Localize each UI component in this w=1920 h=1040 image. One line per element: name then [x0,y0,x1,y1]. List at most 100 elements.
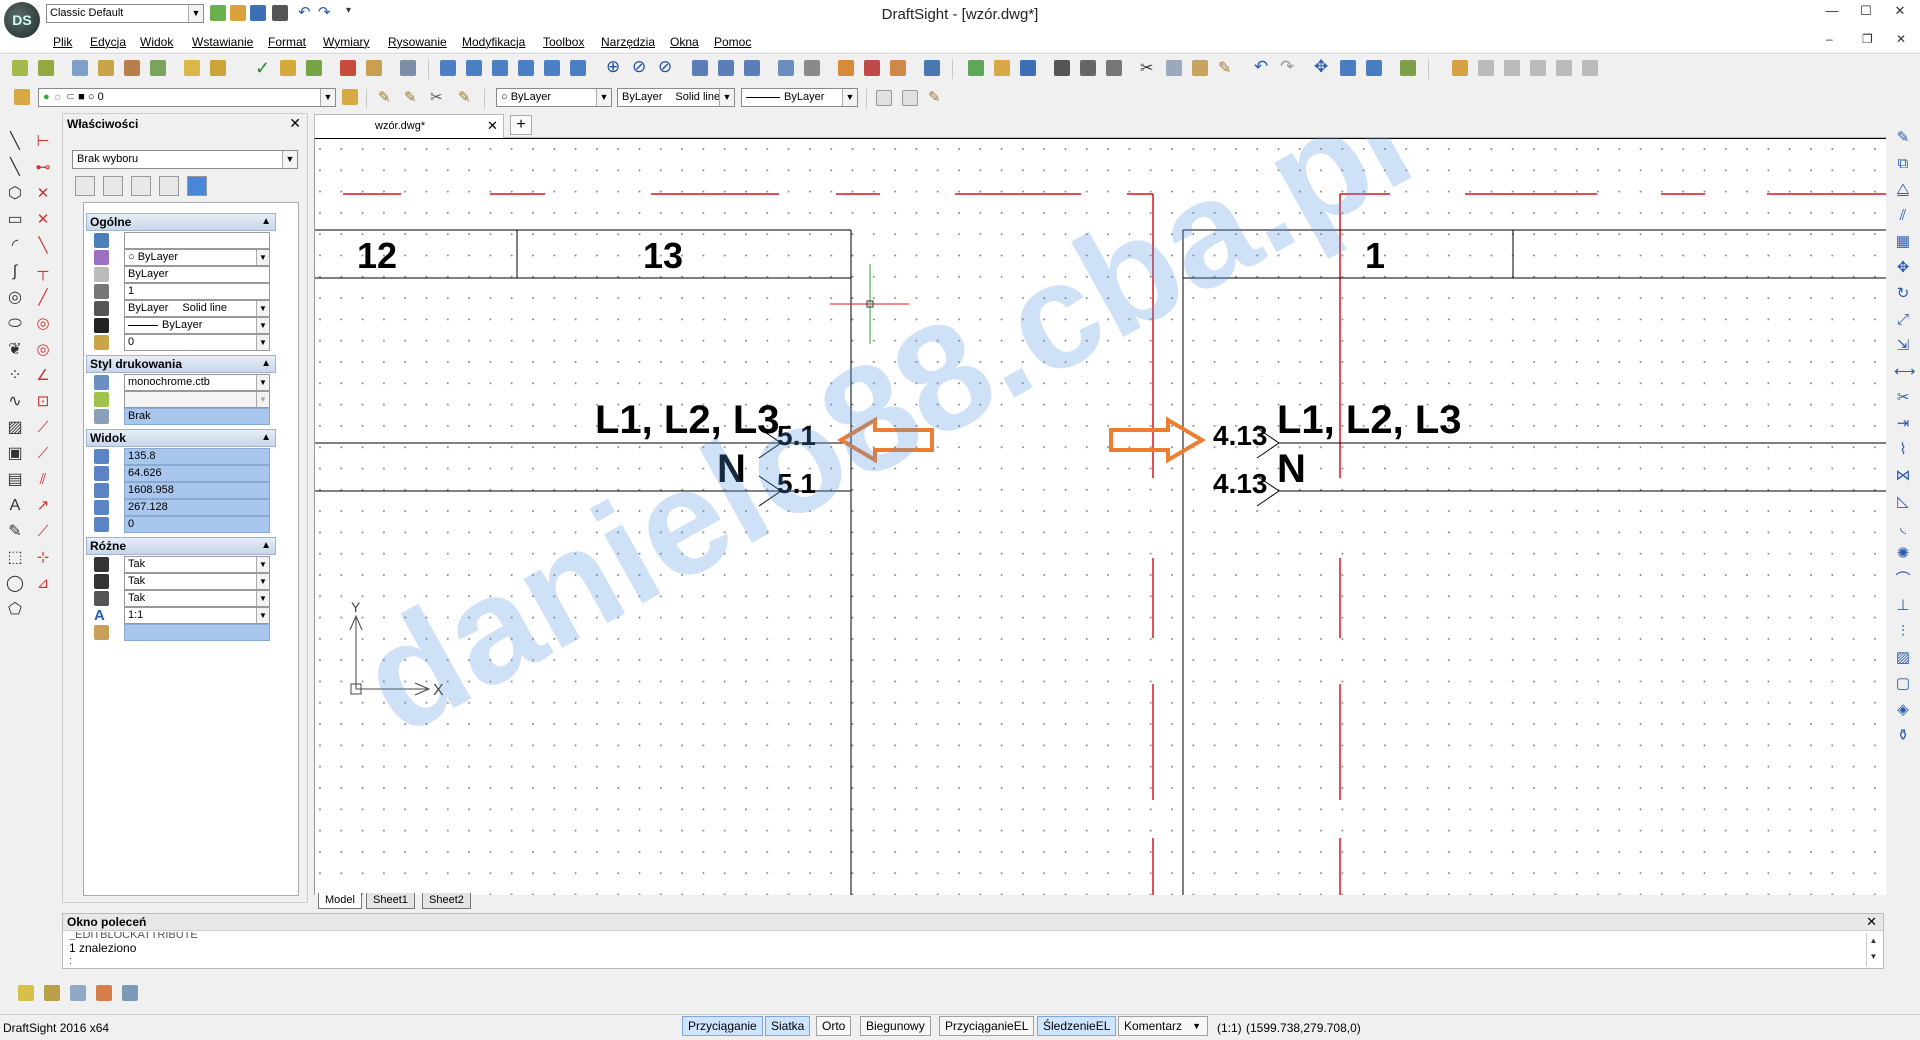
prop-value[interactable]: Tak ▼ [124,590,270,607]
chevron-down-icon[interactable]: ▼ [256,557,269,572]
doc-close-icon[interactable]: ✕ [1896,32,1906,46]
measure-icon[interactable] [924,60,940,76]
lengthen-icon[interactable]: ⟷ [1894,359,1916,385]
section-misc[interactable]: Różne ▲ [86,537,276,555]
prop-value[interactable]: 1 [124,283,270,300]
menu-rysowanie[interactable]: Rysowanie [388,35,447,49]
chevron-down-icon[interactable]: ▼ [1192,1017,1201,1035]
toolbar-undo-icon[interactable]: ↶ [1254,57,1268,77]
chevron-down-icon[interactable]: ▼ [256,392,269,407]
prop-value[interactable]: ByLayer Solid line ▼ [124,300,270,317]
tolerance-icon[interactable]: ⟋ [34,519,52,545]
freehand-icon[interactable]: ∿ [6,389,24,415]
menu-narzedzia[interactable]: Narzędzia [601,35,655,49]
cut-icon[interactable]: ✂ [1140,58,1153,78]
prop-value[interactable]: Tak ▼ [124,556,270,573]
snap-midpoint-icon[interactable] [466,60,482,76]
block-icon[interactable] [72,60,88,76]
edit-block-icon[interactable] [124,60,140,76]
dim-arc-icon[interactable]: ⊡ [34,389,52,415]
paste-icon[interactable] [1192,60,1208,76]
snap-node-icon[interactable] [744,60,760,76]
dim-radius-icon[interactable]: ◎ [34,311,52,337]
snap-parallel-icon[interactable] [718,60,734,76]
maximize-icon[interactable]: ☐ [1856,3,1876,19]
stretch-icon[interactable]: ╱ [34,285,52,311]
chevron-down-icon[interactable]: ▼ [256,608,269,623]
dim-style-edit-icon[interactable]: ⊿ [34,571,52,597]
rectangle-icon[interactable]: ▭ [6,207,24,233]
table-icon[interactable]: ▤ [6,467,24,493]
help-icon[interactable] [187,176,207,196]
snap-intersection-icon[interactable] [492,60,508,76]
donut-icon[interactable]: ◯ [6,571,24,597]
pline-edit-icon[interactable]: ⌒ [1894,567,1912,593]
attribute-icon[interactable] [150,60,166,76]
save-doc-icon[interactable] [1020,60,1036,76]
layer-on-icon[interactable] [184,60,200,76]
chevron-down-icon[interactable]: ▼ [719,89,734,106]
layers-icon[interactable] [14,89,30,105]
collapse-icon[interactable]: ▲ [261,214,271,230]
layer-disabled-icon[interactable] [1478,60,1494,76]
draw-icon[interactable]: ✎ [404,88,417,106]
quick-select-icon[interactable] [131,176,151,196]
layer-walk-icon[interactable] [400,60,416,76]
menu-format[interactable]: Format [268,35,306,49]
pen-icon[interactable]: ✎ [458,88,471,106]
toggle-pickadd-icon[interactable] [159,176,179,196]
explode-icon[interactable]: ✺ [1894,541,1912,567]
pan-icon[interactable]: ✥ [1314,57,1328,77]
ellipse-icon[interactable]: ⬭ [6,311,24,337]
snap-insert-icon[interactable] [570,60,586,76]
align-icon[interactable]: ⊥ [1894,593,1912,619]
wblock-icon[interactable]: ◈ [1894,697,1912,723]
polygon-icon[interactable]: ⬡ [6,181,24,207]
doc-minimize-icon[interactable]: – [1826,32,1833,46]
isolate-icon[interactable] [366,60,382,76]
snap-nearest-icon[interactable] [778,60,794,76]
group-icon[interactable]: ▢ [1894,671,1912,697]
offset-icon[interactable]: ⫽ [1894,203,1912,229]
chevron-down-icon[interactable]: ▼ [256,375,269,390]
array-icon[interactable]: ▦ [1894,229,1912,255]
table-style-icon[interactable]: ✎ [928,88,941,106]
break-icon[interactable]: ╲ [34,233,52,259]
dim-baseline-icon[interactable]: ⟋ [34,415,52,441]
toggle-grid[interactable]: Siatka [765,1016,811,1036]
spline-icon[interactable]: ∫ [6,259,24,285]
move-icon[interactable]: ✥ [1894,255,1912,281]
split-icon[interactable]: ⫶ [1894,619,1912,645]
modify-icon[interactable]: ✂ [430,88,443,106]
chevron-down-icon[interactable]: ▼ [256,335,269,350]
shape-icon[interactable]: ⬠ [6,597,24,623]
chamfer-icon[interactable]: ◺ [1894,489,1912,515]
hatch-edit-icon[interactable]: ⫽ [34,467,52,493]
copy-tool-icon[interactable]: ⧉ [1894,151,1912,177]
tab-sheet2[interactable]: Sheet2 [422,893,471,909]
match-properties-icon[interactable]: ⚱ [1894,723,1912,749]
delete-layer-icon[interactable] [340,60,356,76]
check-icon[interactable]: ✓ [255,58,270,79]
prop-value[interactable]: ○ ByLayer ▼ [124,249,270,266]
app-logo[interactable]: DS [4,2,40,38]
stretch-tool-icon[interactable]: ⇲ [1894,333,1912,359]
layout-template-icon[interactable] [44,985,60,1001]
region-icon[interactable]: ▣ [6,441,24,467]
menu-widok[interactable]: Widok [140,35,173,49]
tab-model[interactable]: Model [318,893,362,909]
arc-icon[interactable]: ◜ [6,233,24,259]
menu-wymiary[interactable]: Wymiary [323,35,370,49]
command-prompt[interactable]: : [69,955,72,967]
toggle-polar[interactable]: Biegunowy [860,1016,931,1036]
close-icon[interactable]: ✕ [1866,914,1877,930]
prop-value[interactable]: ByLayer [124,266,270,283]
layer-disabled-icon[interactable] [1582,60,1598,76]
viewport-icon[interactable] [96,985,112,1001]
snap-quadrant-icon[interactable]: ⊘ [632,57,646,77]
chevron-down-icon[interactable]: ▼ [842,89,857,106]
prop-value[interactable]: ▼ [124,391,270,408]
rotate-icon[interactable]: ↻ [1894,281,1912,307]
snap-none-icon[interactable] [804,60,820,76]
chevron-down-icon[interactable]: ▼ [256,250,269,265]
